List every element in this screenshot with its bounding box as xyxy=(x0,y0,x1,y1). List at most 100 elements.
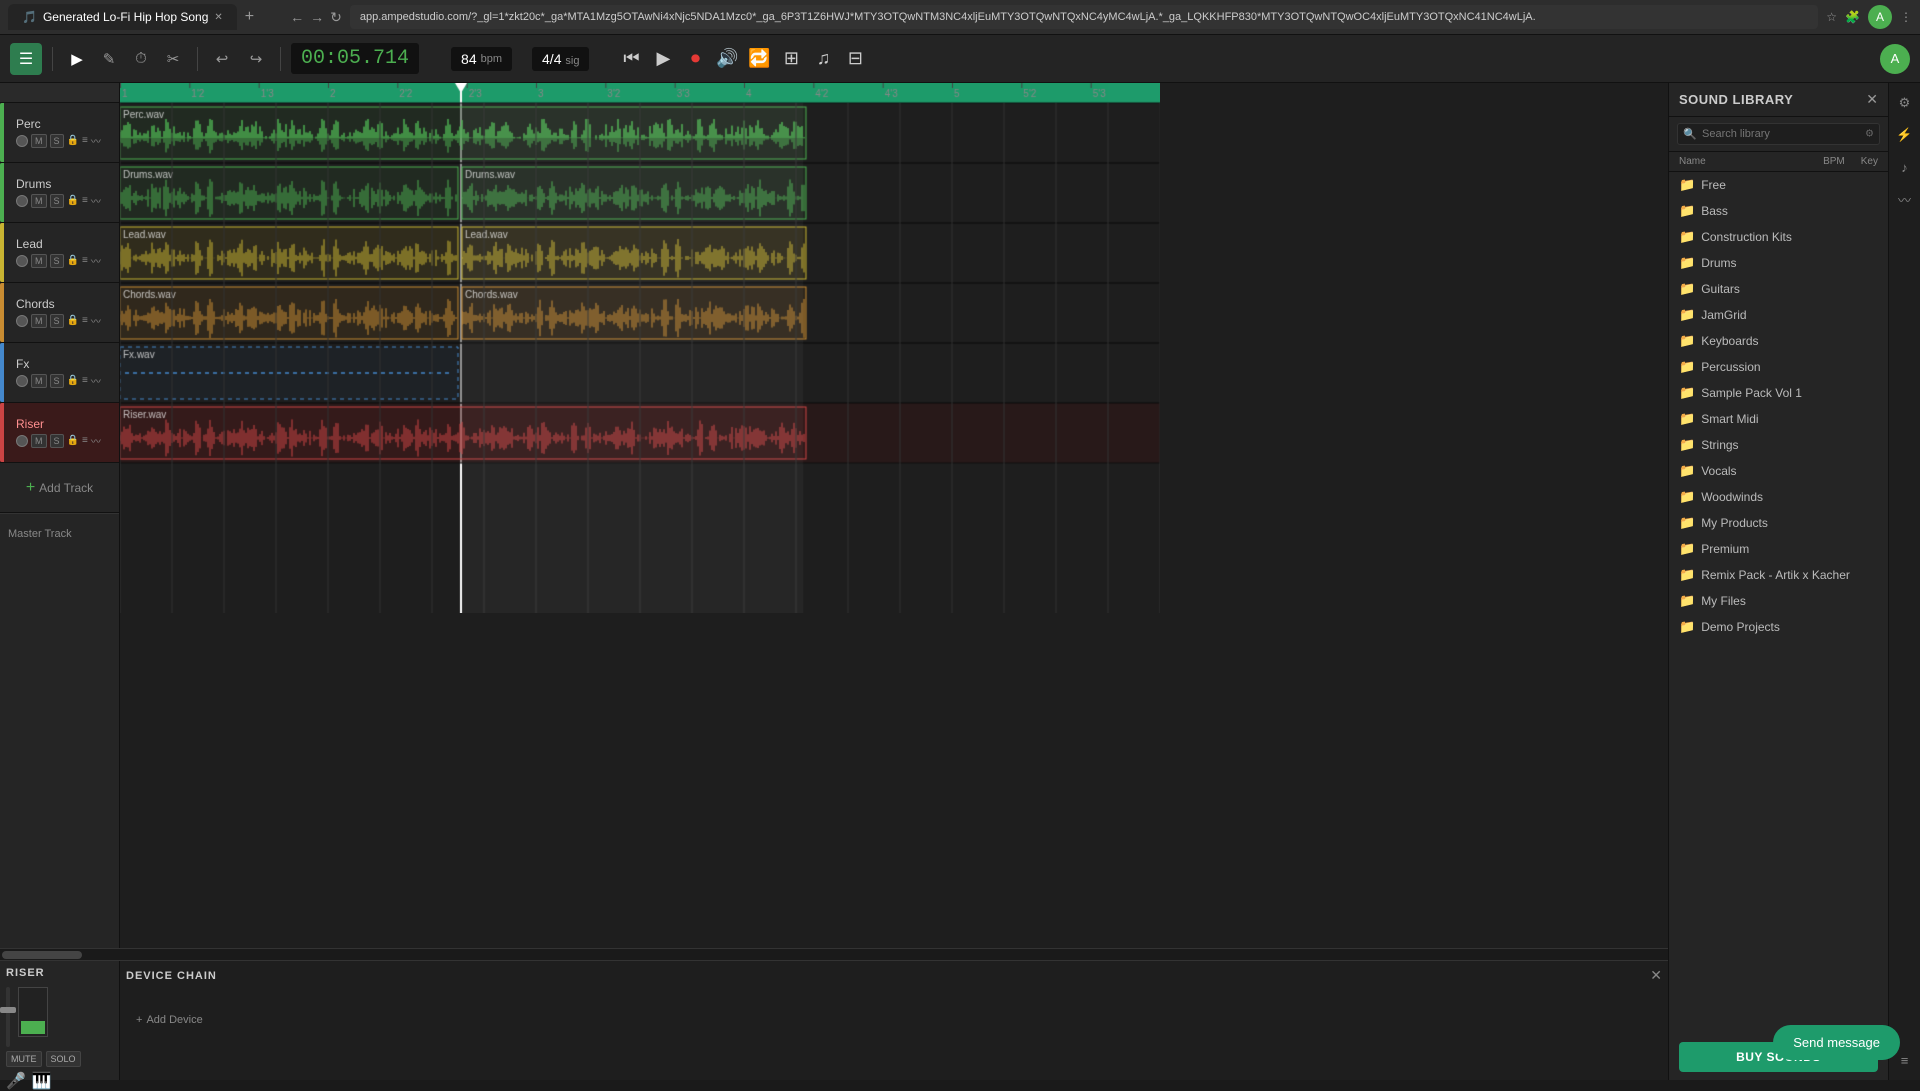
tab-close-btn[interactable]: ✕ xyxy=(214,12,222,23)
chords-volume-knob[interactable] xyxy=(16,315,28,327)
fx-mute[interactable]: M xyxy=(31,374,47,388)
extensions-btn[interactable]: 🧩 xyxy=(1845,10,1860,24)
profile-icon[interactable]: A xyxy=(1868,5,1892,29)
pencil-tool[interactable]: ✎ xyxy=(95,45,123,73)
active-tab[interactable]: 🎵 Generated Lo-Fi Hip Hop Song ✕ xyxy=(8,4,237,30)
sidebar-automation-btn[interactable]: 〰 xyxy=(1893,187,1917,211)
fx-wave[interactable]: 〰 xyxy=(91,373,101,388)
add-device-btn[interactable]: + Add Device xyxy=(136,1014,1662,1026)
mix-btn[interactable]: ⊞ xyxy=(777,45,805,73)
reload-btn[interactable]: ↻ xyxy=(330,9,342,26)
perc-solo[interactable]: S xyxy=(50,134,64,148)
scrollbar-thumb[interactable] xyxy=(2,951,82,959)
drums-volume-knob[interactable] xyxy=(16,195,28,207)
url-bar[interactable] xyxy=(350,5,1818,29)
mute-button[interactable]: MUTE xyxy=(6,1051,42,1067)
volume-btn[interactable]: 🔊 xyxy=(713,45,741,73)
loop-btn[interactable]: 🔁 xyxy=(745,45,773,73)
library-item-sample-pack-vol-1[interactable]: 📁Sample Pack Vol 1 xyxy=(1669,380,1888,406)
drums-solo[interactable]: S xyxy=(50,194,64,208)
fx-eq[interactable]: ≡ xyxy=(82,375,88,386)
library-close-btn[interactable]: ✕ xyxy=(1866,91,1878,108)
perc-wave[interactable]: 〰 xyxy=(91,133,101,148)
solo-button[interactable]: SOLO xyxy=(46,1051,81,1067)
lead-mute[interactable]: M xyxy=(31,254,47,268)
play-btn[interactable]: ▶ xyxy=(649,45,677,73)
grid-btn[interactable]: ⊟ xyxy=(841,45,869,73)
midi-btn[interactable]: ♫ xyxy=(809,45,837,73)
track-canvas[interactable] xyxy=(120,83,1160,613)
library-item-keyboards[interactable]: 📁Keyboards xyxy=(1669,328,1888,354)
library-item-my-files[interactable]: 📁My Files xyxy=(1669,588,1888,614)
new-tab-btn[interactable]: + xyxy=(245,8,254,26)
chords-eq[interactable]: ≡ xyxy=(82,315,88,326)
redo-btn[interactable]: ↪ xyxy=(242,45,270,73)
profile-button[interactable]: A xyxy=(1880,44,1910,74)
drums-lock[interactable]: 🔒 xyxy=(67,195,79,206)
riser-fader[interactable] xyxy=(6,987,10,1047)
fader-thumb[interactable] xyxy=(0,1007,16,1013)
sidebar-midi-btn[interactable]: ♪ xyxy=(1893,155,1917,179)
fx-volume-knob[interactable] xyxy=(16,375,28,387)
lead-lock[interactable]: 🔒 xyxy=(67,255,79,266)
perc-volume-knob[interactable] xyxy=(16,135,28,147)
library-item-drums[interactable]: 📁Drums xyxy=(1669,250,1888,276)
drums-mute[interactable]: M xyxy=(31,194,47,208)
add-track-btn[interactable]: + Add Track xyxy=(0,463,119,513)
riser-eq[interactable]: ≡ xyxy=(82,435,88,446)
bpm-display[interactable]: 84 bpm xyxy=(451,47,512,71)
library-item-jamgrid[interactable]: 📁JamGrid xyxy=(1669,302,1888,328)
forward-btn[interactable]: → xyxy=(310,9,324,25)
horizontal-scrollbar[interactable] xyxy=(0,948,1668,960)
lead-volume-knob[interactable] xyxy=(16,255,28,267)
library-item-premium[interactable]: 📁Premium xyxy=(1669,536,1888,562)
library-item-my-products[interactable]: 📁My Products xyxy=(1669,510,1888,536)
perc-eq[interactable]: ≡ xyxy=(82,135,88,146)
chords-lock[interactable]: 🔒 xyxy=(67,315,79,326)
library-item-vocals[interactable]: 📁Vocals xyxy=(1669,458,1888,484)
piano-icon[interactable]: 🎹 xyxy=(32,1071,52,1091)
library-item-free[interactable]: 📁Free xyxy=(1669,172,1888,198)
library-item-bass[interactable]: 📁Bass xyxy=(1669,198,1888,224)
library-item-smart-midi[interactable]: 📁Smart Midi xyxy=(1669,406,1888,432)
riser-volume-knob[interactable] xyxy=(16,435,28,447)
riser-solo[interactable]: S xyxy=(50,434,64,448)
lead-eq[interactable]: ≡ xyxy=(82,255,88,266)
sidebar-settings-btn[interactable]: ⚙ xyxy=(1893,91,1917,115)
undo-btn[interactable]: ↩ xyxy=(208,45,236,73)
perc-mute[interactable]: M xyxy=(31,134,47,148)
record-btn[interactable]: ⏺ xyxy=(681,45,709,73)
library-item-strings[interactable]: 📁Strings xyxy=(1669,432,1888,458)
library-item-demo-projects[interactable]: 📁Demo Projects xyxy=(1669,614,1888,640)
select-tool[interactable]: ▶ xyxy=(63,45,91,73)
drums-wave[interactable]: 〰 xyxy=(91,193,101,208)
perc-lock[interactable]: 🔒 xyxy=(67,135,79,146)
clock-tool[interactable]: ⏱ xyxy=(127,45,155,73)
send-message-btn[interactable]: Send message xyxy=(1773,1025,1900,1060)
library-item-percussion[interactable]: 📁Percussion xyxy=(1669,354,1888,380)
back-btn[interactable]: ← xyxy=(290,9,304,25)
device-chain-close[interactable]: ✕ xyxy=(1650,967,1662,984)
bookmark-btn[interactable]: ☆ xyxy=(1826,10,1837,24)
riser-wave[interactable]: 〰 xyxy=(91,433,101,448)
chords-mute[interactable]: M xyxy=(31,314,47,328)
skip-back-btn[interactable]: ⏮ xyxy=(617,45,645,73)
filter-icon[interactable]: ⚙ xyxy=(1865,129,1874,140)
sidebar-plugin-btn[interactable]: ⚡ xyxy=(1893,123,1917,147)
lead-wave[interactable]: 〰 xyxy=(91,253,101,268)
library-item-woodwinds[interactable]: 📁Woodwinds xyxy=(1669,484,1888,510)
fx-lock[interactable]: 🔒 xyxy=(67,375,79,386)
library-item-remix-pack---artik-x-kacher[interactable]: 📁Remix Pack - Artik x Kacher xyxy=(1669,562,1888,588)
chords-wave[interactable]: 〰 xyxy=(91,313,101,328)
riser-mute[interactable]: M xyxy=(31,434,47,448)
menu-btn[interactable]: ⋮ xyxy=(1900,10,1912,24)
library-search-input[interactable] xyxy=(1677,123,1880,145)
time-signature[interactable]: 4/4 sig xyxy=(532,47,589,71)
riser-lock[interactable]: 🔒 xyxy=(67,435,79,446)
record-icon-bottom[interactable]: 🎤 xyxy=(6,1071,26,1091)
menu-button[interactable]: ☰ xyxy=(10,43,42,75)
lead-solo[interactable]: S xyxy=(50,254,64,268)
fx-solo[interactable]: S xyxy=(50,374,64,388)
library-item-construction-kits[interactable]: 📁Construction Kits xyxy=(1669,224,1888,250)
drums-eq[interactable]: ≡ xyxy=(82,195,88,206)
